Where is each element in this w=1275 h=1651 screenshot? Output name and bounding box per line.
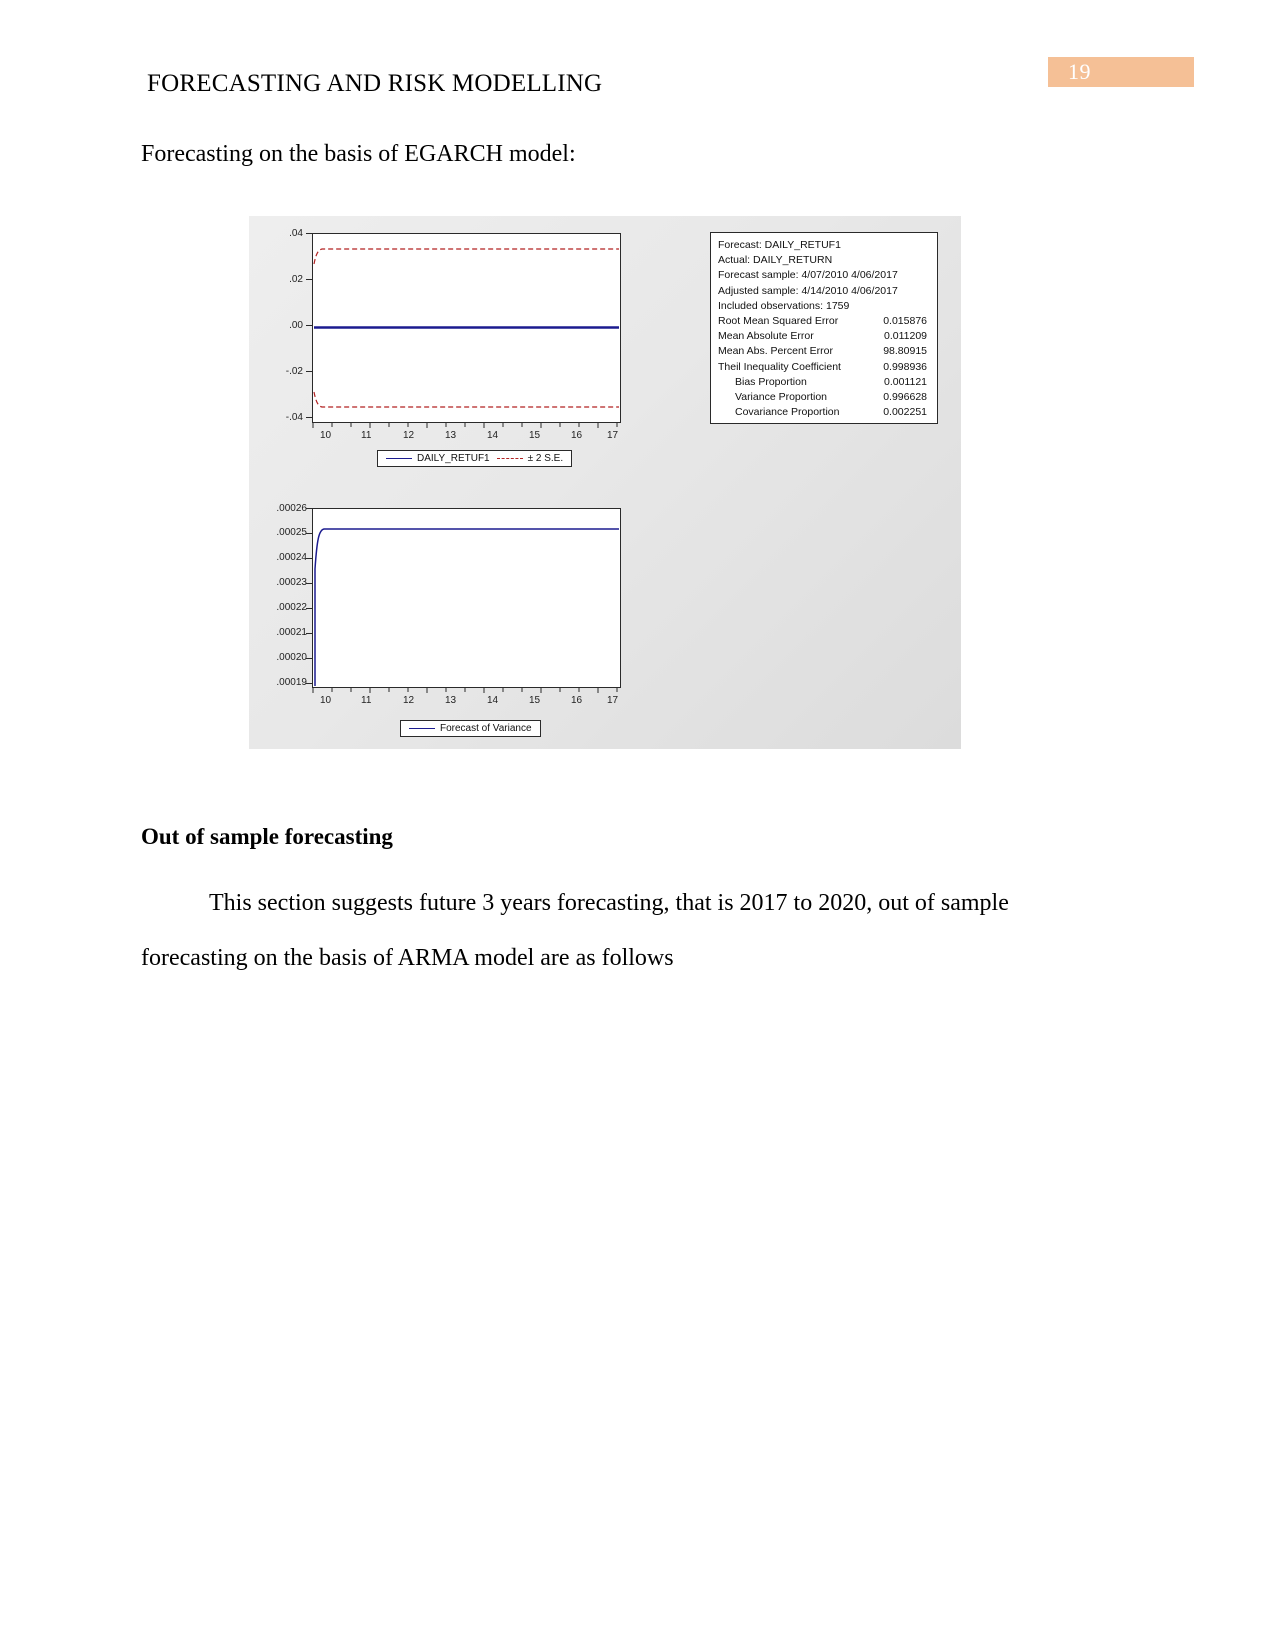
chart2-ytick-5: .00021: [276, 627, 307, 638]
page-number: 19: [1068, 59, 1091, 84]
chart1-xaxis-ticks: [312, 423, 618, 428]
chart1-legend-item-se: ± 2 S.E.: [496, 453, 564, 464]
stats-metric-value: 98.80915: [883, 345, 927, 358]
stats-actual-label: Actual: DAILY_RETURN: [718, 254, 833, 267]
stats-metric-row: Bias Proportion 0.001121: [718, 375, 931, 390]
stats-metric-row: Covariance Proportion 0.002251: [718, 405, 931, 420]
stats-metric-label: Theil Inequality Coefficient: [718, 360, 841, 373]
chart1-ytick-1: .02: [289, 274, 303, 285]
chart1-xtick-2: 12: [403, 430, 415, 441]
solid-line-swatch-icon: [409, 728, 435, 729]
chart2-ytick-0: .00026: [276, 503, 307, 514]
chart2-variance-line: [314, 528, 619, 686]
chart2-xtick-7: 17: [607, 695, 619, 706]
forecast-statistics-box: Forecast: DAILY_RETUF1 Actual: DAILY_RET…: [710, 232, 938, 424]
stats-metric-value: 0.002251: [883, 406, 927, 419]
chart2-legend-item-variance: Forecast of Variance: [409, 723, 532, 734]
chart1-legend-item-forecast: DAILY_RETUF1: [386, 453, 490, 464]
chart1-legend-label-1: ± 2 S.E.: [527, 453, 564, 464]
section-heading-out-of-sample: Out of sample forecasting: [141, 824, 393, 849]
chart2-xtick-0: 10: [320, 695, 332, 706]
chart1-forecast-line: [314, 326, 619, 329]
stats-metric-row: Mean Absolute Error 0.011209: [718, 329, 931, 344]
chart2-ytick-2: .00024: [276, 552, 307, 563]
stats-metric-row: Root Mean Squared Error 0.015876: [718, 314, 931, 329]
forecast-chart-panel: .04 .02 .00 -.02 -.04 10 11 12 13 14 15 …: [249, 216, 961, 476]
stats-metric-row: Variance Proportion 0.996628: [718, 390, 931, 405]
stats-adjusted-sample: Adjusted sample: 4/14/2010 4/06/2017: [718, 284, 898, 297]
chart2-legend-label-0: Forecast of Variance: [440, 723, 532, 734]
chart2-xtick-3: 13: [445, 695, 457, 706]
chart1-ytick-4: -.04: [285, 412, 303, 423]
chart1-legend-label-0: DAILY_RETUF1: [417, 453, 490, 464]
stats-metric-label: Covariance Proportion: [735, 406, 840, 419]
stats-metric-label: Mean Absolute Error: [718, 330, 814, 343]
chart2-ytick-6: .00020: [276, 652, 307, 663]
chart2-xtick-6: 16: [571, 695, 583, 706]
chart2-ytick-7: .00019: [276, 677, 307, 688]
chart1-xtick-6: 16: [571, 430, 583, 441]
chart2-ytick-1: .00025: [276, 527, 307, 538]
stats-metric-row: Mean Abs. Percent Error 98.80915: [718, 344, 931, 359]
stats-metric-value: 0.998936: [883, 360, 927, 373]
chart2-ytick-4: .00022: [276, 602, 307, 613]
paragraph-2: forecasting on the basis of ARMA model a…: [141, 945, 674, 971]
chart2-xtick-4: 14: [487, 695, 499, 706]
stats-forecast-sample: Forecast sample: 4/07/2010 4/06/2017: [718, 269, 898, 282]
stats-metric-label: Mean Abs. Percent Error: [718, 345, 833, 358]
chart2-xtick-5: 15: [529, 695, 541, 706]
stats-metric-value: 0.015876: [883, 315, 927, 328]
stats-metric-label: Bias Proportion: [735, 375, 807, 388]
chart1-xtick-3: 13: [445, 430, 457, 441]
stats-metric-label: Root Mean Squared Error: [718, 315, 839, 328]
paragraph-1: This section suggests future 3 years for…: [209, 890, 1009, 916]
chart1-plot-area: [312, 233, 621, 423]
chart2-xaxis-ticks: [312, 688, 618, 693]
stats-metric-value: 0.011209: [883, 330, 927, 343]
chart1-ytick-0: .04: [289, 228, 303, 239]
chart2-plot-area: [312, 508, 621, 688]
chart1-xtick-7: 17: [607, 430, 619, 441]
document-header-title: FORECASTING AND RISK MODELLING: [147, 70, 603, 97]
stats-metric-row: Theil Inequality Coefficient 0.998936: [718, 360, 931, 375]
eviews-forecast-figure: .04 .02 .00 -.02 -.04 10 11 12 13 14 15 …: [249, 216, 961, 749]
stats-included-observations: Included observations: 1759: [718, 299, 850, 312]
stats-forecast-label: Forecast: DAILY_RETUF1: [718, 239, 841, 251]
intro-line: Forecasting on the basis of EGARCH model…: [141, 141, 576, 167]
stats-metric-value: 0.996628: [883, 391, 927, 404]
chart1-xtick-1: 11: [361, 430, 372, 441]
chart2-xtick-1: 11: [361, 695, 372, 706]
chart1-xtick-0: 10: [320, 430, 332, 441]
chart1-xtick-4: 14: [487, 430, 499, 441]
chart1-ytick-3: -.02: [285, 366, 303, 377]
chart2-ytick-3: .00023: [276, 577, 307, 588]
stats-metric-label: Variance Proportion: [735, 391, 828, 404]
chart1-xtick-5: 15: [529, 430, 541, 441]
chart1-ytick-2: .00: [289, 320, 303, 331]
chart2-xtick-2: 12: [403, 695, 415, 706]
page-number-badge: 19: [1048, 57, 1194, 87]
solid-line-swatch-icon: [386, 458, 412, 459]
stats-metric-value: 0.001121: [883, 375, 927, 388]
dashed-line-swatch-icon: [496, 458, 523, 459]
chart1-legend: DAILY_RETUF1 ± 2 S.E.: [377, 450, 573, 467]
chart2-legend: Forecast of Variance: [400, 720, 541, 737]
